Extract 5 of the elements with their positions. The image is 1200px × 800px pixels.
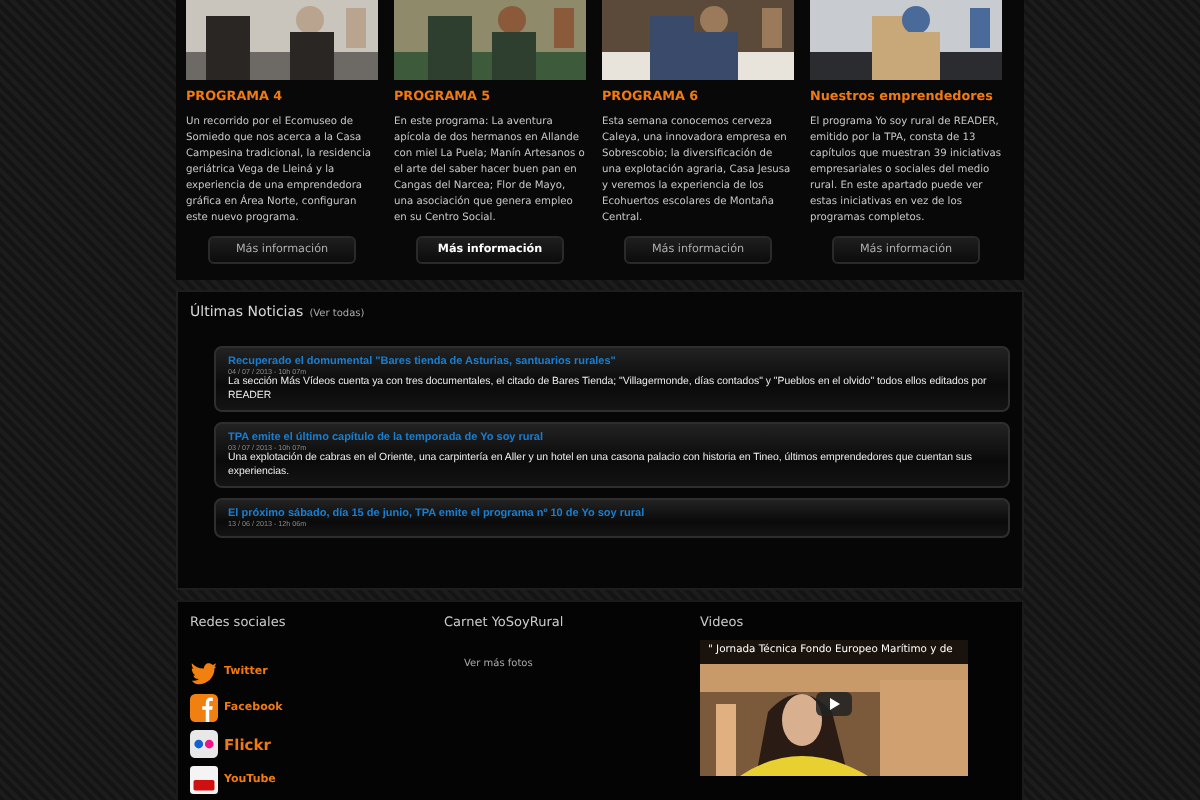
youtube-icon[interactable] <box>190 766 218 794</box>
flickr-icon[interactable] <box>190 730 218 758</box>
play-icon[interactable] <box>816 692 852 716</box>
facebook-icon[interactable] <box>190 694 218 722</box>
bird-icon[interactable] <box>190 658 218 686</box>
